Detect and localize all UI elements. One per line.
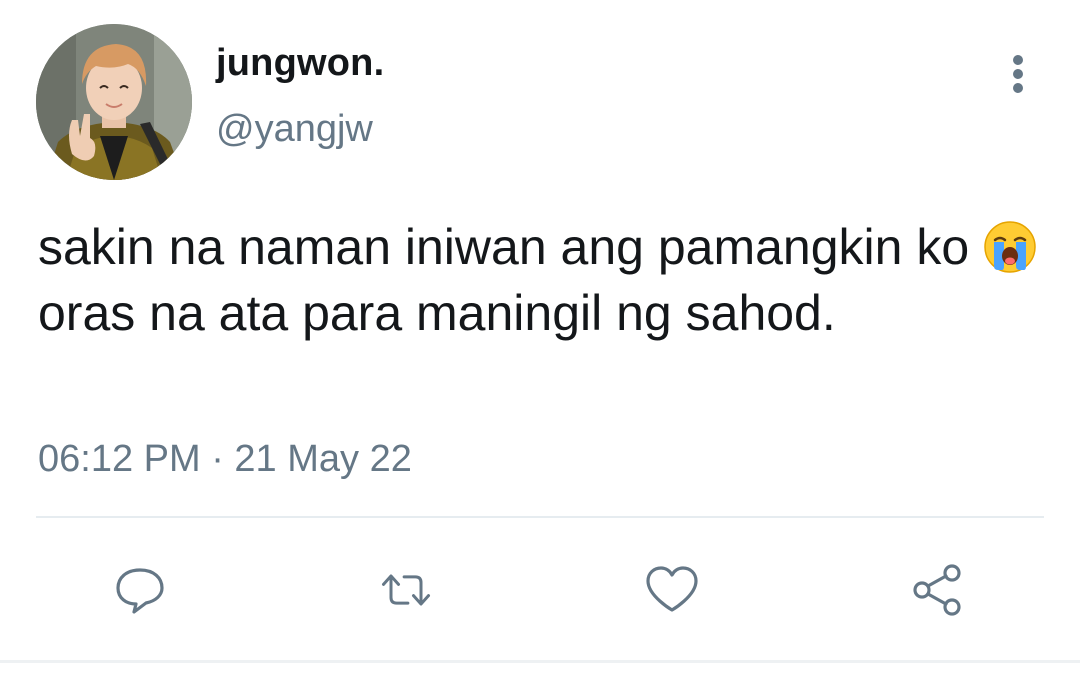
tweet-card: jungwon. @yangjw sakin na naman iniwan a… [0, 0, 1080, 681]
user-handle[interactable]: @yangjw [216, 108, 373, 151]
loudly-crying-face-icon [983, 220, 1037, 274]
heart-icon [646, 566, 698, 612]
display-name[interactable]: jungwon. [216, 42, 384, 85]
more-vertical-icon [1013, 55, 1023, 93]
share-icon [913, 564, 961, 616]
retweet-button[interactable] [376, 560, 436, 620]
retweet-icon [382, 574, 430, 606]
more-options-button[interactable] [996, 52, 1040, 96]
bottom-divider [0, 660, 1080, 663]
reply-button[interactable] [110, 560, 170, 620]
tweet-text-part2: oras na ata para maningil ng sahod. [38, 285, 836, 341]
tweet-text-part1: sakin na naman iniwan ang pamangkin ko [38, 219, 984, 275]
profile-photo-icon [36, 24, 192, 180]
comment-icon [116, 568, 164, 614]
like-button[interactable] [642, 560, 702, 620]
avatar[interactable] [36, 24, 192, 180]
divider [36, 516, 1044, 518]
share-button[interactable] [908, 560, 968, 620]
tweet-text: sakin na naman iniwan ang pamangkin ko o… [38, 214, 1038, 346]
tweet-timestamp[interactable]: 06:12 PM · 21 May 22 [38, 438, 412, 481]
